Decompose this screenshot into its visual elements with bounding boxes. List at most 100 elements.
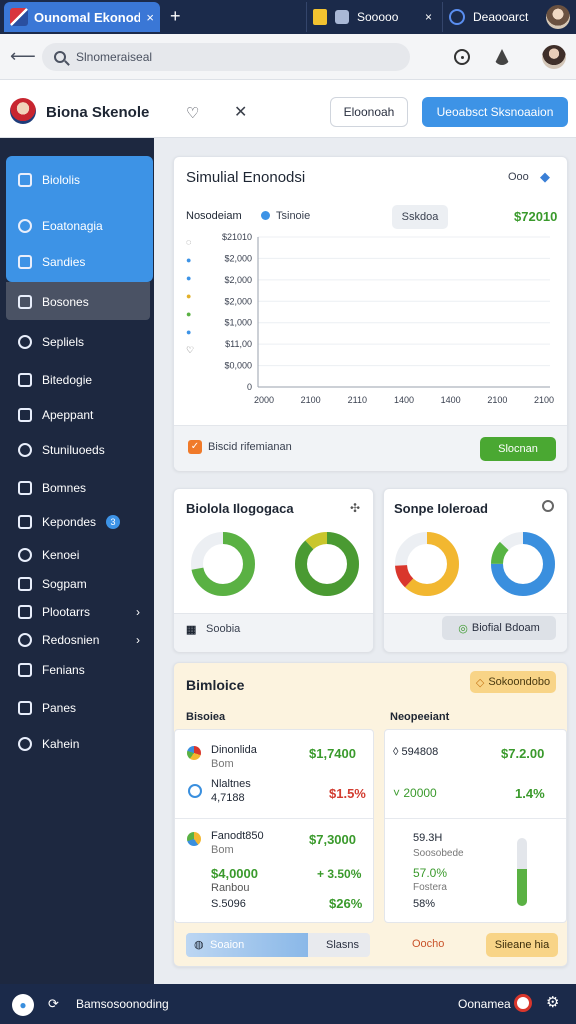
progress-track: [517, 838, 527, 906]
sidebar-item-2[interactable]: Sandies: [18, 250, 148, 274]
primary-button[interactable]: Ueoabsct Sksnoaaion: [422, 97, 568, 127]
donut-chart-3: [395, 532, 459, 596]
sidebar-item-16[interactable]: Kahein: [18, 732, 148, 756]
right-footer-label: Oocho: [412, 938, 445, 950]
right-footer-button[interactable]: Siieane hia: [486, 933, 558, 957]
chart-footer-text: Biscid rifemianan: [208, 441, 292, 453]
sidebar-item-6[interactable]: Apeppant: [18, 403, 148, 427]
sidebar-item-1[interactable]: Eoatonagia: [18, 214, 148, 238]
sidebar-item-4[interactable]: Sepliels: [18, 330, 148, 354]
browser-tab-2[interactable]: Sooooo ×: [306, 2, 438, 32]
stats-card: Bimloice ◇ Sokoondobo Bisoiea Neopeeiant…: [173, 662, 568, 967]
divider: [175, 818, 373, 819]
sidebar-item-11[interactable]: Sogpam: [18, 572, 148, 596]
sidebar-item-15[interactable]: Panes: [18, 696, 148, 720]
sidebar-item-0[interactable]: Biololis: [18, 168, 148, 192]
profile-ring-icon: [449, 9, 465, 25]
left-footer-fill: [186, 933, 308, 957]
sidebar-item-label: Eoatonagia: [42, 219, 103, 233]
sidebar-item-7[interactable]: Stuniluoeds: [18, 438, 148, 462]
shield-icon: ◍: [194, 939, 204, 951]
record-icon[interactable]: [514, 994, 532, 1012]
tab2-close-icon[interactable]: ×: [425, 10, 432, 24]
chevron-right-icon[interactable]: ›: [136, 633, 140, 647]
legend-label: Nosodeiam: [186, 210, 242, 222]
donut-right-footer-button[interactable]: ◎ Biofial Bdoam: [442, 616, 556, 640]
new-tab-button[interactable]: +: [170, 6, 181, 26]
sidebar-item-13[interactable]: Redosnien ›: [18, 628, 148, 652]
pie-icon: [187, 832, 201, 846]
settings-gear-icon[interactable]: ⚙: [546, 993, 559, 1011]
status-home-icon[interactable]: ●: [12, 994, 34, 1016]
sidebar-item-5[interactable]: Bitedogie: [18, 368, 148, 392]
left-row-3-name: Fanodt850: [211, 830, 264, 842]
status-label: Bamsosoonoding: [76, 997, 169, 1011]
share-icon: [18, 335, 32, 349]
close-icon[interactable]: ✕: [234, 102, 247, 122]
check-icon: ✓: [188, 440, 202, 454]
left-footer-value: Slasns: [326, 939, 360, 951]
browser-tab-active[interactable]: Ounomal Ekonodic ×: [4, 2, 160, 32]
extension-icon: [335, 10, 349, 24]
chrome-icon: [187, 746, 201, 760]
x-tick-label: 2100: [534, 395, 554, 405]
sidebar: Biololis Eoatonagia Sandies Bosones Sepliels…: [0, 138, 154, 984]
right-row-4: Soosobede: [413, 848, 464, 859]
home-icon: [18, 373, 32, 387]
stats-badge[interactable]: ◇ Sokoondobo: [470, 671, 556, 693]
x-tick-label: 2100: [301, 395, 321, 405]
drop-icon[interactable]: [494, 49, 510, 65]
progress-fill: [517, 868, 527, 906]
legend-dot-icon: [261, 211, 270, 220]
file-icon: [18, 548, 32, 562]
move-icon[interactable]: ✣: [350, 501, 360, 515]
x-tick-label: 2000: [254, 395, 274, 405]
drop-icon[interactable]: ◆: [540, 169, 550, 185]
marker-icon: ●: [186, 309, 192, 319]
y-tick-label: $2,000: [224, 296, 252, 306]
sidebar-item-10[interactable]: Kenoei: [18, 543, 148, 567]
back-arrow-icon[interactable]: ⟵: [10, 46, 36, 67]
sidebar-item-12[interactable]: Plootarrs ›: [18, 600, 148, 624]
stats-left-panel: Dinonlida Bom $1,7400 Nlaltnes 4,7188 $1…: [174, 729, 374, 923]
sidebar-item-label: Bomnes: [42, 481, 87, 495]
camera-icon: [18, 295, 32, 309]
omnibox[interactable]: Slnomeraiseal: [42, 43, 410, 71]
tag-icon: ◇: [475, 676, 485, 689]
status-refresh-icon[interactable]: ⟳: [48, 996, 59, 1012]
tab-close-icon[interactable]: ×: [146, 10, 154, 25]
tab-avatar[interactable]: [546, 5, 570, 29]
legend-item: Tsinoie: [276, 210, 311, 222]
donut-left-footer-label: Soobia: [206, 623, 241, 635]
heart-icon[interactable]: ♡: [186, 104, 199, 122]
chart-footer-button[interactable]: Slocnan: [480, 437, 556, 461]
chart-card-extra[interactable]: Ooo: [508, 171, 529, 183]
left-row-3-sub: Bom: [211, 844, 234, 856]
left-row-1-sub: Bom: [211, 758, 234, 770]
marker-icon: ●: [186, 273, 192, 283]
marker-icon: ♡: [186, 345, 195, 355]
left-heading: Bisoiea: [186, 711, 226, 723]
y-tick-label: 0: [247, 382, 252, 392]
left-footer-label: Soaion: [210, 939, 245, 951]
divider: [385, 818, 566, 819]
sidebar-item-9[interactable]: Kepondes 3: [18, 510, 148, 534]
chart-filter-pill[interactable]: Sskdoa: [392, 205, 448, 229]
left-row-2-value: $1.5%: [329, 786, 366, 801]
browser-tab-3[interactable]: Deaooarct: [442, 2, 576, 32]
sidebar-item-3[interactable]: Bosones: [18, 290, 148, 314]
omnibox-text: Slnomeraiseal: [76, 50, 153, 64]
sidebar-item-14[interactable]: Fenians: [18, 658, 148, 682]
secondary-button[interactable]: Eloonoah: [330, 97, 408, 127]
doc-icon: [18, 605, 32, 619]
profile-avatar[interactable]: [542, 45, 566, 69]
sidebar-item-label: Sepliels: [42, 335, 85, 349]
settings-icon[interactable]: [542, 500, 554, 512]
left-footer-bar[interactable]: ◍ Soaion Slasns: [186, 933, 370, 957]
list-icon: [18, 481, 32, 495]
sidebar-item-8[interactable]: Bomnes: [18, 476, 148, 500]
record-icon[interactable]: [454, 49, 470, 65]
right-heading: Neopeeiant: [390, 711, 450, 723]
address-bar-row: ⟵ Slnomeraiseal: [0, 34, 576, 80]
chevron-right-icon[interactable]: ›: [136, 605, 140, 619]
